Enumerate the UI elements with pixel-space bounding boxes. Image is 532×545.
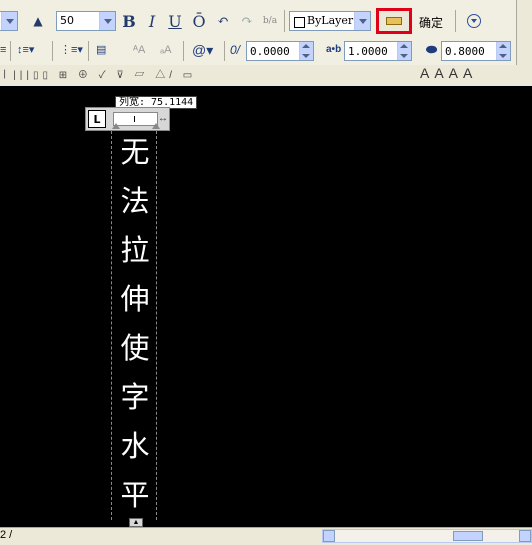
italic-button[interactable]: I bbox=[143, 11, 161, 31]
color-combo[interactable]: ByLayer bbox=[289, 11, 371, 31]
font-size-combo[interactable]: 50 bbox=[56, 11, 116, 31]
indent-marker-icon[interactable] bbox=[112, 123, 120, 129]
text-style-icons: AAAA bbox=[420, 65, 478, 81]
oblique-angle-value: 0.0000 bbox=[250, 45, 290, 58]
separator bbox=[224, 41, 225, 61]
separator bbox=[455, 10, 456, 32]
text-char: 无 bbox=[120, 135, 150, 169]
text-char: 拉 bbox=[120, 233, 150, 267]
symbol-label: @ bbox=[192, 42, 207, 58]
ruler-icon bbox=[386, 17, 402, 25]
ruler-tick bbox=[134, 116, 135, 122]
text-char: 水 bbox=[120, 429, 150, 463]
toolbar-row-middle: ≡ ↕≡▾ ⋮≡▾ ▤ ᴬA ₐA @▾ 0/ 0.0000 a•b 1.000… bbox=[0, 38, 516, 66]
text-char: 平 bbox=[120, 478, 150, 512]
layout-tab-label[interactable]: 2 / bbox=[0, 529, 12, 541]
tab-type-button[interactable]: L bbox=[88, 110, 106, 128]
options-icon[interactable] bbox=[467, 14, 481, 28]
ruler-toggle-button[interactable] bbox=[376, 8, 412, 34]
overline-button[interactable]: Ō bbox=[190, 11, 208, 31]
separator bbox=[10, 41, 11, 61]
align-icon[interactable]: ≡ bbox=[0, 44, 6, 56]
color-swatch bbox=[294, 17, 305, 28]
symbol-button[interactable]: @▾ bbox=[192, 42, 213, 59]
scroll-left-icon[interactable] bbox=[323, 530, 335, 542]
text-char: 伸 bbox=[120, 282, 150, 316]
annotative-icon[interactable]: ▲ bbox=[28, 12, 48, 30]
insert-field-icon[interactable]: ▤ bbox=[96, 43, 106, 56]
underline-button[interactable]: U bbox=[166, 11, 184, 31]
width-factor-icon: ⬬ bbox=[426, 42, 438, 57]
separator bbox=[284, 10, 285, 32]
stack-button[interactable]: b/a bbox=[260, 11, 280, 31]
tracking-icon: a•b bbox=[326, 44, 342, 55]
font-size-value: 50 bbox=[60, 14, 74, 27]
width-factor-value: 0.8000 bbox=[445, 45, 485, 58]
uppercase-icon[interactable]: ᴬA bbox=[133, 44, 145, 56]
text-char: 法 bbox=[120, 184, 150, 218]
width-factor-input[interactable]: 0.8000 bbox=[441, 41, 511, 61]
background-toolbar-strip: ㅣ|||▯▯ ⊞ ⊕ ✓ ⊽ ▱ △/ ▭ AAAA bbox=[0, 65, 532, 81]
text-ruler[interactable]: L ↔ bbox=[85, 107, 170, 131]
redo-icon[interactable]: ↷ bbox=[238, 11, 256, 31]
lowercase-icon[interactable]: ₐA bbox=[160, 44, 171, 56]
color-value: ByLayer bbox=[307, 14, 354, 27]
drawing-canvas[interactable] bbox=[0, 86, 532, 527]
spinner-icon[interactable] bbox=[496, 42, 510, 60]
oblique-angle-input[interactable]: 0.0000 bbox=[246, 41, 314, 61]
dim-toolbar-icons: ㅣ|||▯▯ ⊞ ⊕ ✓ ⊽ ▱ △/ ▭ bbox=[0, 70, 197, 81]
undo-icon[interactable]: ↶ bbox=[214, 11, 232, 31]
numbering-icon[interactable]: ⋮≡▾ bbox=[60, 43, 83, 56]
spinner-icon[interactable] bbox=[299, 42, 313, 60]
separator bbox=[183, 41, 184, 61]
oblique-icon: 0/ bbox=[230, 43, 241, 57]
chevron-down-icon[interactable] bbox=[354, 12, 370, 30]
height-resize-handle[interactable]: ▲ bbox=[129, 518, 143, 527]
text-char: 使 bbox=[120, 331, 150, 365]
chevron-down-icon[interactable] bbox=[99, 12, 115, 30]
tracking-value: 1.0000 bbox=[348, 45, 388, 58]
separator bbox=[88, 41, 89, 61]
ok-button[interactable]: 确定 bbox=[419, 14, 443, 31]
scroll-thumb[interactable] bbox=[453, 531, 483, 541]
text-char: 字 bbox=[120, 380, 150, 414]
resize-handle-icon[interactable]: ↔ bbox=[158, 113, 168, 124]
line-spacing-icon[interactable]: ↕≡▾ bbox=[17, 43, 34, 56]
separator bbox=[52, 41, 53, 61]
toolbar-edge bbox=[516, 0, 532, 66]
text-formatting-toolbar: ▲ 50 B I U Ō ↶ ↷ b/a ByLayer 确定 ≡ ↕≡▾ ⋮≡… bbox=[0, 0, 532, 86]
scroll-right-icon[interactable] bbox=[519, 530, 531, 542]
toolbar-row-top: ▲ 50 B I U Ō ↶ ↷ b/a ByLayer 确定 bbox=[0, 0, 516, 39]
mtext-editor[interactable]: 无 法 拉 伸 使 字 水 平 bbox=[111, 131, 157, 520]
font-combo[interactable] bbox=[0, 11, 18, 31]
tracking-input[interactable]: 1.0000 bbox=[344, 41, 412, 61]
spinner-icon[interactable] bbox=[397, 42, 411, 60]
chevron-down-icon[interactable] bbox=[1, 12, 17, 30]
horizontal-scrollbar[interactable] bbox=[322, 529, 532, 543]
bold-button[interactable]: B bbox=[120, 11, 138, 31]
